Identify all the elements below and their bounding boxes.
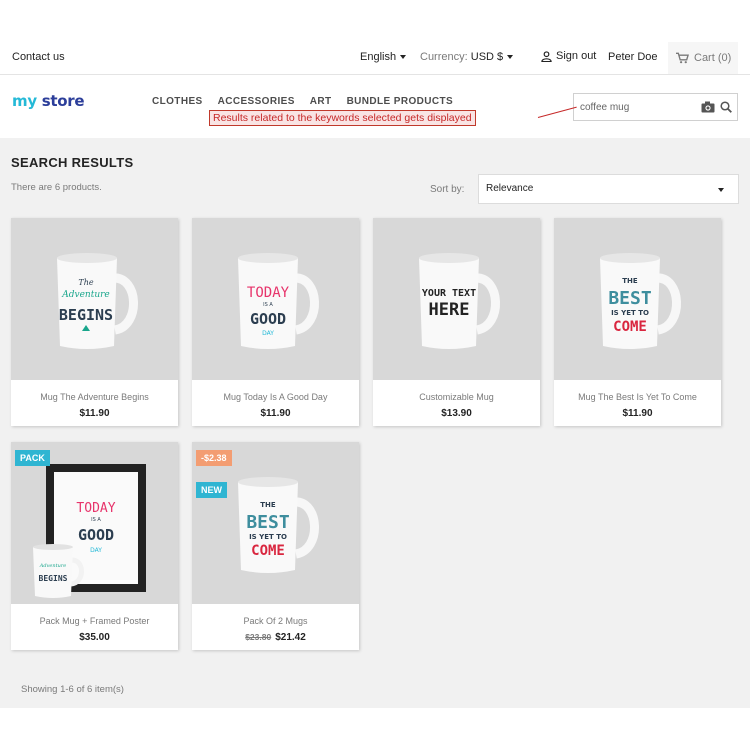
sign-out-label: Sign out xyxy=(556,50,597,62)
cart-label: Cart (0) xyxy=(694,52,732,64)
annotation-arrow xyxy=(537,106,577,118)
product-name[interactable]: Pack Of 2 Mugs xyxy=(192,616,359,626)
main-nav: CLOTHES ACCESSORIES ART BUNDLE PRODUCTS xyxy=(152,96,453,107)
mug-text-line: HERE xyxy=(429,300,470,320)
mug-text-line: GOOD xyxy=(250,310,286,328)
mug-text-line: IS YET TO xyxy=(249,533,287,541)
product-price: $11.90 xyxy=(79,408,110,419)
sign-out-link[interactable]: Sign out xyxy=(541,50,596,62)
mug-text-line: COME xyxy=(251,543,285,559)
account-link[interactable]: Peter Doe xyxy=(608,51,658,63)
camera-icon[interactable] xyxy=(701,101,715,113)
currency-label: Currency: xyxy=(420,51,468,63)
top-bar: Contact us English Currency: USD $ Sign … xyxy=(0,42,750,74)
search-input[interactable] xyxy=(580,99,690,115)
search-icon[interactable] xyxy=(720,101,732,113)
nav-item-accessories[interactable]: ACCESSORIES xyxy=(218,96,295,107)
product-name[interactable]: Pack Mug + Framed Poster xyxy=(11,616,178,626)
mug-image: YOUR TEXT HERE xyxy=(419,253,500,349)
product-name[interactable]: Mug Today Is A Good Day xyxy=(192,392,359,402)
chevron-down-icon xyxy=(400,55,407,60)
product-name[interactable]: Customizable Mug xyxy=(373,392,540,402)
chevron-down-icon xyxy=(507,55,514,60)
cart-icon xyxy=(676,52,689,64)
old-price: $23.80 xyxy=(245,632,272,642)
mug-text-line: GOOD xyxy=(78,526,114,544)
product-card[interactable]: YOUR TEXT HERE Customizable Mug $13.90 xyxy=(373,218,540,426)
logo-my: my xyxy=(12,92,37,110)
nav-item-art[interactable]: ART xyxy=(310,96,332,107)
poster-and-mug-image: TODAY IS A GOOD DAY Adventure BEGINS xyxy=(33,464,146,598)
logo-store: store xyxy=(41,92,85,110)
product-image[interactable]: The Adventure BEGINS xyxy=(11,218,178,380)
product-card[interactable]: THE BEST IS YET TO COME Mug The Best Is … xyxy=(554,218,721,426)
mug-text-line: Adventure xyxy=(61,290,110,300)
mug-text-line: Adventure xyxy=(39,563,66,569)
product-image[interactable]: THE BEST IS YET TO COME -$2.38 NEW xyxy=(192,442,359,604)
product-image[interactable]: YOUR TEXT HERE xyxy=(373,218,540,380)
mug-text-line: DAY xyxy=(262,330,274,337)
sale-price: $21.42 xyxy=(275,632,306,643)
mug-image: TODAY IS A GOOD DAY xyxy=(238,253,319,349)
mug-text-line: TODAY xyxy=(247,285,290,301)
product-name[interactable]: Mug The Adventure Begins xyxy=(11,392,178,402)
language-selector[interactable]: English xyxy=(360,51,407,63)
currency-selector[interactable]: Currency: USD $ xyxy=(420,51,514,63)
mug-text-line: BEGINS xyxy=(39,574,68,583)
mug-text-line: TODAY xyxy=(76,501,115,516)
contact-us-link[interactable]: Contact us xyxy=(12,51,65,63)
product-card[interactable]: TODAY IS A GOOD DAY Adventure BEGINS PAC… xyxy=(11,442,178,650)
product-price: $11.90 xyxy=(260,408,291,419)
mug-text-line: BEST xyxy=(246,512,290,533)
mug-text-line: THE xyxy=(622,277,638,285)
product-name[interactable]: Mug The Best Is Yet To Come xyxy=(554,392,721,402)
mug-text-line: DAY xyxy=(90,547,102,554)
mug-text-line: IS A xyxy=(263,302,273,308)
site-header: my store CLOTHES ACCESSORIES ART BUNDLE … xyxy=(0,75,750,137)
mug-text-line: THE xyxy=(260,501,276,509)
discount-badge: -$2.38 xyxy=(196,450,232,466)
currency-value: USD $ xyxy=(470,51,504,63)
mug-text-line: The xyxy=(78,278,93,287)
product-card[interactable]: THE BEST IS YET TO COME -$2.38 NEW Pack … xyxy=(192,442,359,650)
product-price: $11.90 xyxy=(622,408,653,419)
mug-text-line: YOUR TEXT xyxy=(422,288,476,299)
product-image[interactable]: TODAY IS A GOOD DAY Adventure BEGINS PAC… xyxy=(11,442,178,604)
mug-image: THE BEST IS YET TO COME xyxy=(600,253,681,349)
product-price: $23.80 $21.42 xyxy=(192,632,359,643)
sort-label: Sort by: xyxy=(430,184,465,195)
product-price: $13.90 xyxy=(441,408,472,419)
product-card[interactable]: TODAY IS A GOOD DAY Mug Today Is A Good … xyxy=(192,218,359,426)
pagination-summary: Showing 1-6 of 6 item(s) xyxy=(21,684,124,695)
mug-text-line: COME xyxy=(613,319,647,335)
mug-image: THE BEST IS YET TO COME xyxy=(238,477,319,573)
sort-value: Relevance xyxy=(486,183,534,194)
product-count: There are 6 products. xyxy=(11,182,102,193)
page-footer xyxy=(0,708,750,750)
new-badge: NEW xyxy=(196,482,227,498)
product-image[interactable]: TODAY IS A GOOD DAY xyxy=(192,218,359,380)
search-box xyxy=(573,93,738,121)
pack-badge: PACK xyxy=(15,450,50,466)
nav-item-clothes[interactable]: CLOTHES xyxy=(152,96,203,107)
page-title: SEARCH RESULTS xyxy=(11,155,134,170)
mug-text-line: IS YET TO xyxy=(611,309,649,317)
mug-text-line: BEGINS xyxy=(59,306,113,324)
nav-item-bundle-products[interactable]: BUNDLE PRODUCTS xyxy=(347,96,454,107)
sort-select[interactable]: Relevance xyxy=(478,174,739,204)
product-image[interactable]: THE BEST IS YET TO COME xyxy=(554,218,721,380)
chevron-down-icon xyxy=(718,188,724,192)
mug-text-line: BEST xyxy=(608,288,652,309)
product-price: $35.00 xyxy=(79,632,110,643)
store-logo[interactable]: my store xyxy=(12,92,85,110)
language-value: English xyxy=(360,51,397,63)
annotation-callout: Results related to the keywords selected… xyxy=(209,110,476,126)
search-results-section: SEARCH RESULTS There are 6 products. Sor… xyxy=(0,138,750,708)
mug-image: The Adventure BEGINS xyxy=(57,253,138,349)
mug-text-line: IS A xyxy=(91,517,101,523)
product-card[interactable]: The Adventure BEGINS Mug The Adventure B… xyxy=(11,218,178,426)
user-icon xyxy=(541,50,552,62)
cart-button[interactable]: Cart (0) xyxy=(668,42,738,74)
